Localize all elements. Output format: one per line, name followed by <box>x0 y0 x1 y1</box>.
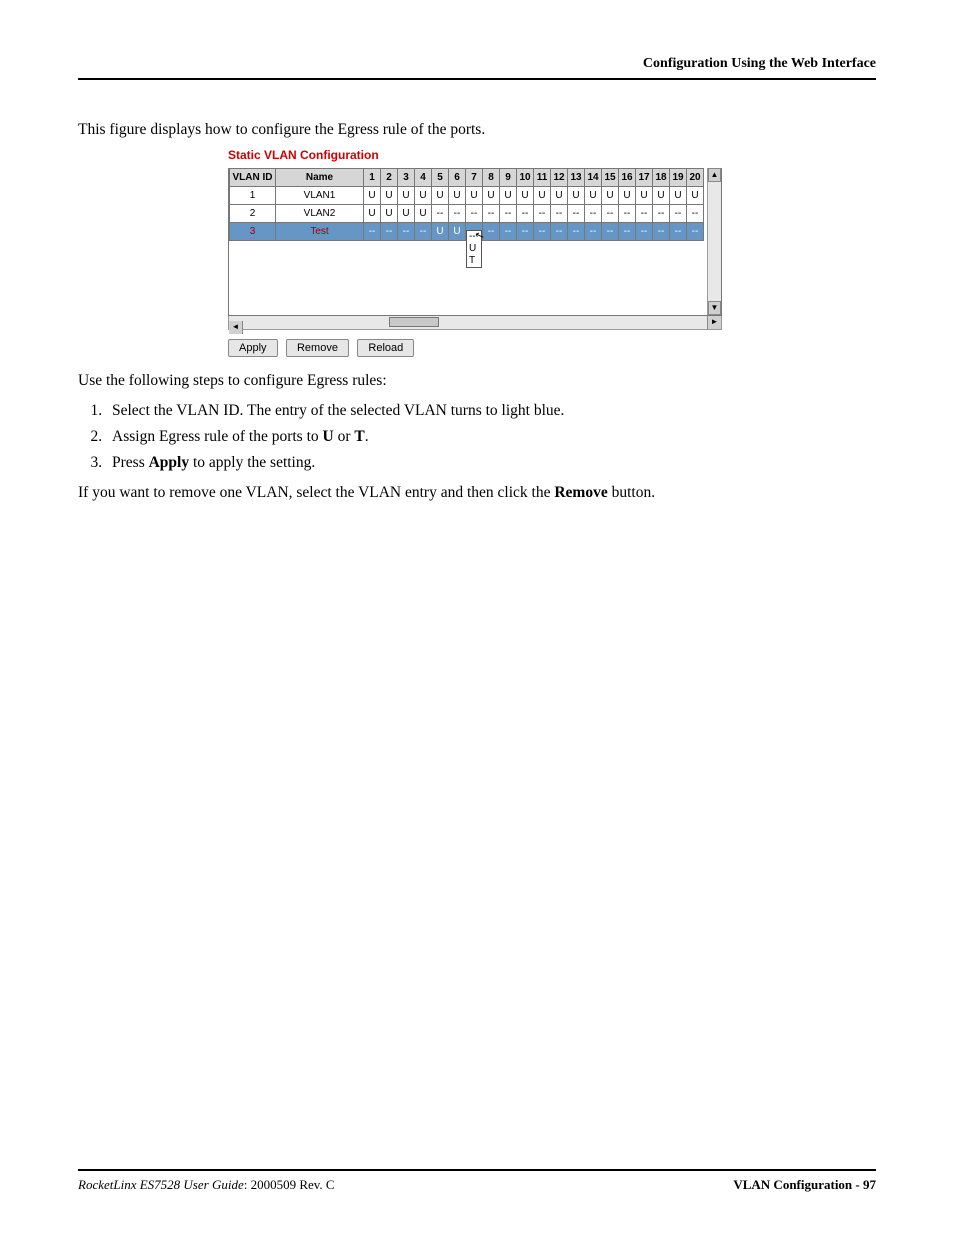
port-cell[interactable]: U <box>381 205 398 223</box>
scroll-down-icon[interactable]: ▼ <box>708 301 721 315</box>
dropdown-option[interactable]: T <box>467 255 481 267</box>
port-cell[interactable]: -- <box>602 223 619 241</box>
port-cell[interactable]: -- <box>551 223 568 241</box>
horizontal-scrollbar[interactable]: ◄ ► <box>228 316 722 330</box>
list-item: Select the VLAN ID. The entry of the sel… <box>106 399 876 423</box>
port-cell[interactable]: -- <box>636 205 653 223</box>
port-cell[interactable]: -- <box>670 223 687 241</box>
port-cell[interactable]: U <box>619 187 636 205</box>
vlan-table-container: VLAN IDName12345678910111213141516171819… <box>228 168 722 316</box>
port-cell[interactable]: U <box>636 187 653 205</box>
port-cell[interactable]: -- <box>551 205 568 223</box>
port-cell[interactable]: -- <box>636 223 653 241</box>
port-cell[interactable]: -- <box>568 223 585 241</box>
port-cell[interactable]: U <box>364 205 381 223</box>
vertical-scrollbar[interactable]: ▲ ▼ <box>707 168 721 315</box>
port-cell[interactable]: -- <box>466 205 483 223</box>
port-cell[interactable]: -- <box>500 223 517 241</box>
port-cell[interactable]: U <box>585 187 602 205</box>
port-cell[interactable]: U <box>568 187 585 205</box>
port-cell[interactable]: U <box>432 223 449 241</box>
apply-button[interactable]: Apply <box>228 339 278 357</box>
port-cell[interactable]: U <box>449 187 466 205</box>
port-cell[interactable]: U <box>432 187 449 205</box>
reload-button[interactable]: Reload <box>357 339 414 357</box>
scroll-right-icon[interactable]: ► <box>707 316 721 329</box>
port-cell[interactable]: -- <box>670 205 687 223</box>
page-footer: RocketLinx ES7528 User Guide: 2000509 Re… <box>78 1169 876 1193</box>
port-cell[interactable]: U <box>483 187 500 205</box>
figure-title: Static VLAN Configuration <box>228 148 876 162</box>
list-item: Assign Egress rule of the ports to U or … <box>106 425 876 449</box>
port-cell[interactable]: -- <box>364 223 381 241</box>
port-cell[interactable]: U <box>398 205 415 223</box>
port-cell[interactable]: -- <box>653 223 670 241</box>
port-cell[interactable]: U <box>687 187 704 205</box>
port-cell[interactable]: U <box>466 187 483 205</box>
port-cell[interactable]: -- <box>585 205 602 223</box>
port-cell[interactable]: U <box>415 205 432 223</box>
port-cell[interactable]: -- <box>585 223 602 241</box>
footer-rev: : 2000509 Rev. C <box>244 1177 335 1192</box>
page-header: Configuration Using the Web Interface <box>78 56 876 80</box>
port-cell[interactable]: U <box>602 187 619 205</box>
intro-text: This figure displays how to configure th… <box>78 118 876 142</box>
scroll-thumb[interactable] <box>389 317 439 327</box>
port-cell[interactable]: U <box>449 223 466 241</box>
port-cell[interactable]: -- <box>534 223 551 241</box>
steps-intro: Use the following steps to configure Egr… <box>78 369 876 393</box>
remove-note: If you want to remove one VLAN, select t… <box>78 481 876 505</box>
footer-page: VLAN Configuration - 97 <box>733 1177 876 1193</box>
port-cell[interactable]: -- <box>687 223 704 241</box>
footer-product: RocketLinx ES7528 User Guide <box>78 1177 244 1192</box>
vlan-config-figure: Static VLAN Configuration VLAN IDName123… <box>228 148 876 357</box>
port-cell[interactable]: -- <box>449 205 466 223</box>
port-cell[interactable]: -- <box>517 223 534 241</box>
scroll-left-icon[interactable]: ◄ <box>229 321 243 334</box>
port-cell[interactable]: U <box>551 187 568 205</box>
port-cell[interactable]: U <box>670 187 687 205</box>
port-cell[interactable]: U <box>398 187 415 205</box>
port-cell[interactable]: U <box>653 187 670 205</box>
port-cell[interactable]: -- <box>398 223 415 241</box>
table-row[interactable]: 1VLAN1UUUUUUUUUUUUUUUUUUUU <box>230 187 704 205</box>
port-cell[interactable]: U <box>517 187 534 205</box>
table-row[interactable]: 2VLAN2UUUU------------------------------… <box>230 205 704 223</box>
dropdown-option[interactable]: U <box>467 243 481 255</box>
scroll-up-icon[interactable]: ▲ <box>708 168 721 182</box>
port-cell[interactable]: -- <box>568 205 585 223</box>
port-cell[interactable]: U <box>364 187 381 205</box>
steps-list: Select the VLAN ID. The entry of the sel… <box>78 399 876 475</box>
port-cell[interactable]: U <box>534 187 551 205</box>
port-cell[interactable]: -- <box>432 205 449 223</box>
port-cell[interactable]: -- <box>500 205 517 223</box>
port-cell[interactable]: -- <box>415 223 432 241</box>
port-cell[interactable]: U <box>415 187 432 205</box>
remove-button[interactable]: Remove <box>286 339 349 357</box>
port-cell[interactable]: -- <box>602 205 619 223</box>
port-cell[interactable]: U <box>500 187 517 205</box>
port-cell[interactable]: -- <box>483 205 500 223</box>
port-cell[interactable]: -- <box>653 205 670 223</box>
port-cell[interactable]: -- <box>619 205 636 223</box>
port-cell[interactable]: -- <box>381 223 398 241</box>
port-cell[interactable]: U <box>381 187 398 205</box>
port-cell[interactable]: -- <box>619 223 636 241</box>
port-cell[interactable]: -- <box>687 205 704 223</box>
port-cell[interactable]: -- <box>517 205 534 223</box>
list-item: Press Apply to apply the setting. <box>106 451 876 475</box>
port-cell[interactable]: -- <box>534 205 551 223</box>
